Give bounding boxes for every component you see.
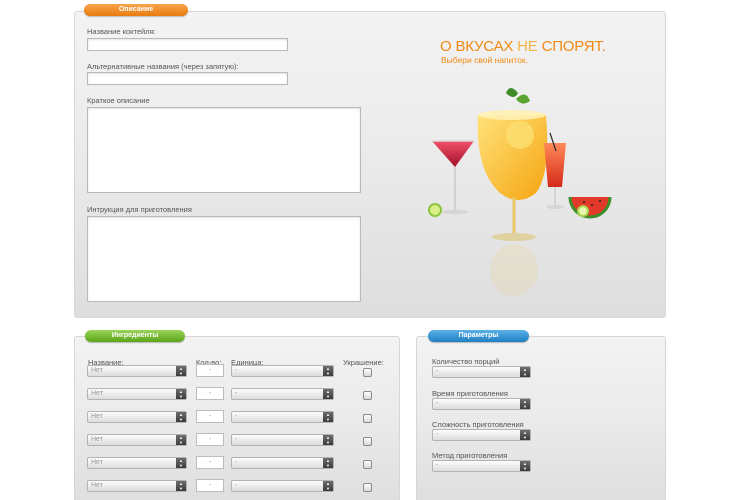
cocktail-name-input[interactable] — [87, 38, 288, 51]
ingredients-section-tab: Ингредиенты — [85, 330, 185, 342]
ingredient-qty-input[interactable]: - — [196, 387, 224, 400]
servings-select[interactable]: - ▲ ▼ — [432, 366, 531, 378]
ingredient-qty-input[interactable]: - — [196, 364, 224, 377]
ingredient-name-select[interactable]: Нет ▲ ▼ — [87, 457, 187, 469]
select-arrows-icon: ▲ ▼ — [520, 399, 530, 409]
select-arrows-icon: ▲ ▼ — [323, 481, 333, 491]
servings-label: Количество порций — [432, 357, 500, 366]
cocktail-name-label: Название коктейля: — [87, 27, 156, 36]
prep-time-select[interactable]: - ▲ ▼ — [432, 398, 531, 410]
select-arrows-icon: ▲ ▼ — [323, 412, 333, 422]
select-arrows-icon: ▲ ▼ — [176, 458, 186, 468]
instructions-label: Интрукция для приготовления — [87, 205, 192, 214]
ingredient-unit-select[interactable]: - ▲ ▼ — [231, 388, 334, 400]
difficulty-select[interactable]: - ▲ ▼ — [432, 429, 531, 441]
select-arrows-icon: ▲ ▼ — [176, 481, 186, 491]
select-arrows-icon: ▲ ▼ — [176, 435, 186, 445]
cocktails-illustration — [428, 88, 612, 296]
ingredient-qty-input[interactable]: - — [196, 479, 224, 492]
parameters-section-tab: Параметры — [428, 330, 529, 342]
select-arrows-icon: ▲ ▼ — [176, 412, 186, 422]
garnish-checkbox[interactable] — [363, 437, 372, 446]
ingredient-qty-input[interactable]: - — [196, 410, 224, 423]
ingredient-name-select[interactable]: Нет ▲ ▼ — [87, 411, 187, 423]
garnish-checkbox[interactable] — [363, 391, 372, 400]
select-arrows-icon: ▲ ▼ — [520, 367, 530, 377]
ingredient-unit-select[interactable]: - ▲ ▼ — [231, 365, 334, 377]
ingredient-qty-input[interactable]: - — [196, 456, 224, 469]
garnish-checkbox[interactable] — [363, 414, 372, 423]
select-arrows-icon: ▲ ▼ — [323, 366, 333, 376]
difficulty-label: Сложность приготовления — [432, 420, 524, 429]
select-arrows-icon: ▲ ▼ — [323, 435, 333, 445]
alt-names-input[interactable] — [87, 72, 288, 85]
select-arrows-icon: ▲ ▼ — [323, 389, 333, 399]
garnish-checkbox[interactable] — [363, 460, 372, 469]
ingredient-unit-select[interactable]: - ▲ ▼ — [231, 434, 334, 446]
ingredient-name-select[interactable]: Нет ▲ ▼ — [87, 388, 187, 400]
ingredient-name-select[interactable]: Нет ▲ ▼ — [87, 480, 187, 492]
short-description-label: Краткое описание — [87, 96, 150, 105]
prep-time-label: Время приготовления — [432, 389, 508, 398]
select-arrows-icon: ▲ ▼ — [176, 389, 186, 399]
ingredient-name-select[interactable]: Нет ▲ ▼ — [87, 365, 187, 377]
description-section-tab: Описание — [84, 4, 188, 16]
ingredient-unit-select[interactable]: - ▲ ▼ — [231, 457, 334, 469]
ingredient-name-select[interactable]: Нет ▲ ▼ — [87, 434, 187, 446]
method-label: Метод приготовления — [432, 451, 508, 460]
col-garnish-header: Украшение: — [343, 358, 384, 367]
ingredient-qty-input[interactable]: - — [196, 433, 224, 446]
short-description-textarea[interactable] — [87, 107, 361, 193]
method-select[interactable]: - ▲ ▼ — [432, 460, 531, 472]
ingredient-unit-select[interactable]: - ▲ ▼ — [231, 480, 334, 492]
promo-slogan: О ВКУСАХ НЕ СПОРЯТ. — [440, 38, 606, 55]
garnish-checkbox[interactable] — [363, 368, 372, 377]
ingredient-unit-select[interactable]: - ▲ ▼ — [231, 411, 334, 423]
select-arrows-icon: ▲ ▼ — [520, 461, 530, 471]
alt-names-label: Альтернативные названия (через запятую): — [87, 62, 239, 71]
instructions-textarea[interactable] — [87, 216, 361, 302]
select-arrows-icon: ▲ ▼ — [520, 430, 530, 440]
promo-subtitle: Выбери свой напиток. — [441, 55, 529, 65]
select-arrows-icon: ▲ ▼ — [176, 366, 186, 376]
garnish-checkbox[interactable] — [363, 483, 372, 492]
select-arrows-icon: ▲ ▼ — [323, 458, 333, 468]
